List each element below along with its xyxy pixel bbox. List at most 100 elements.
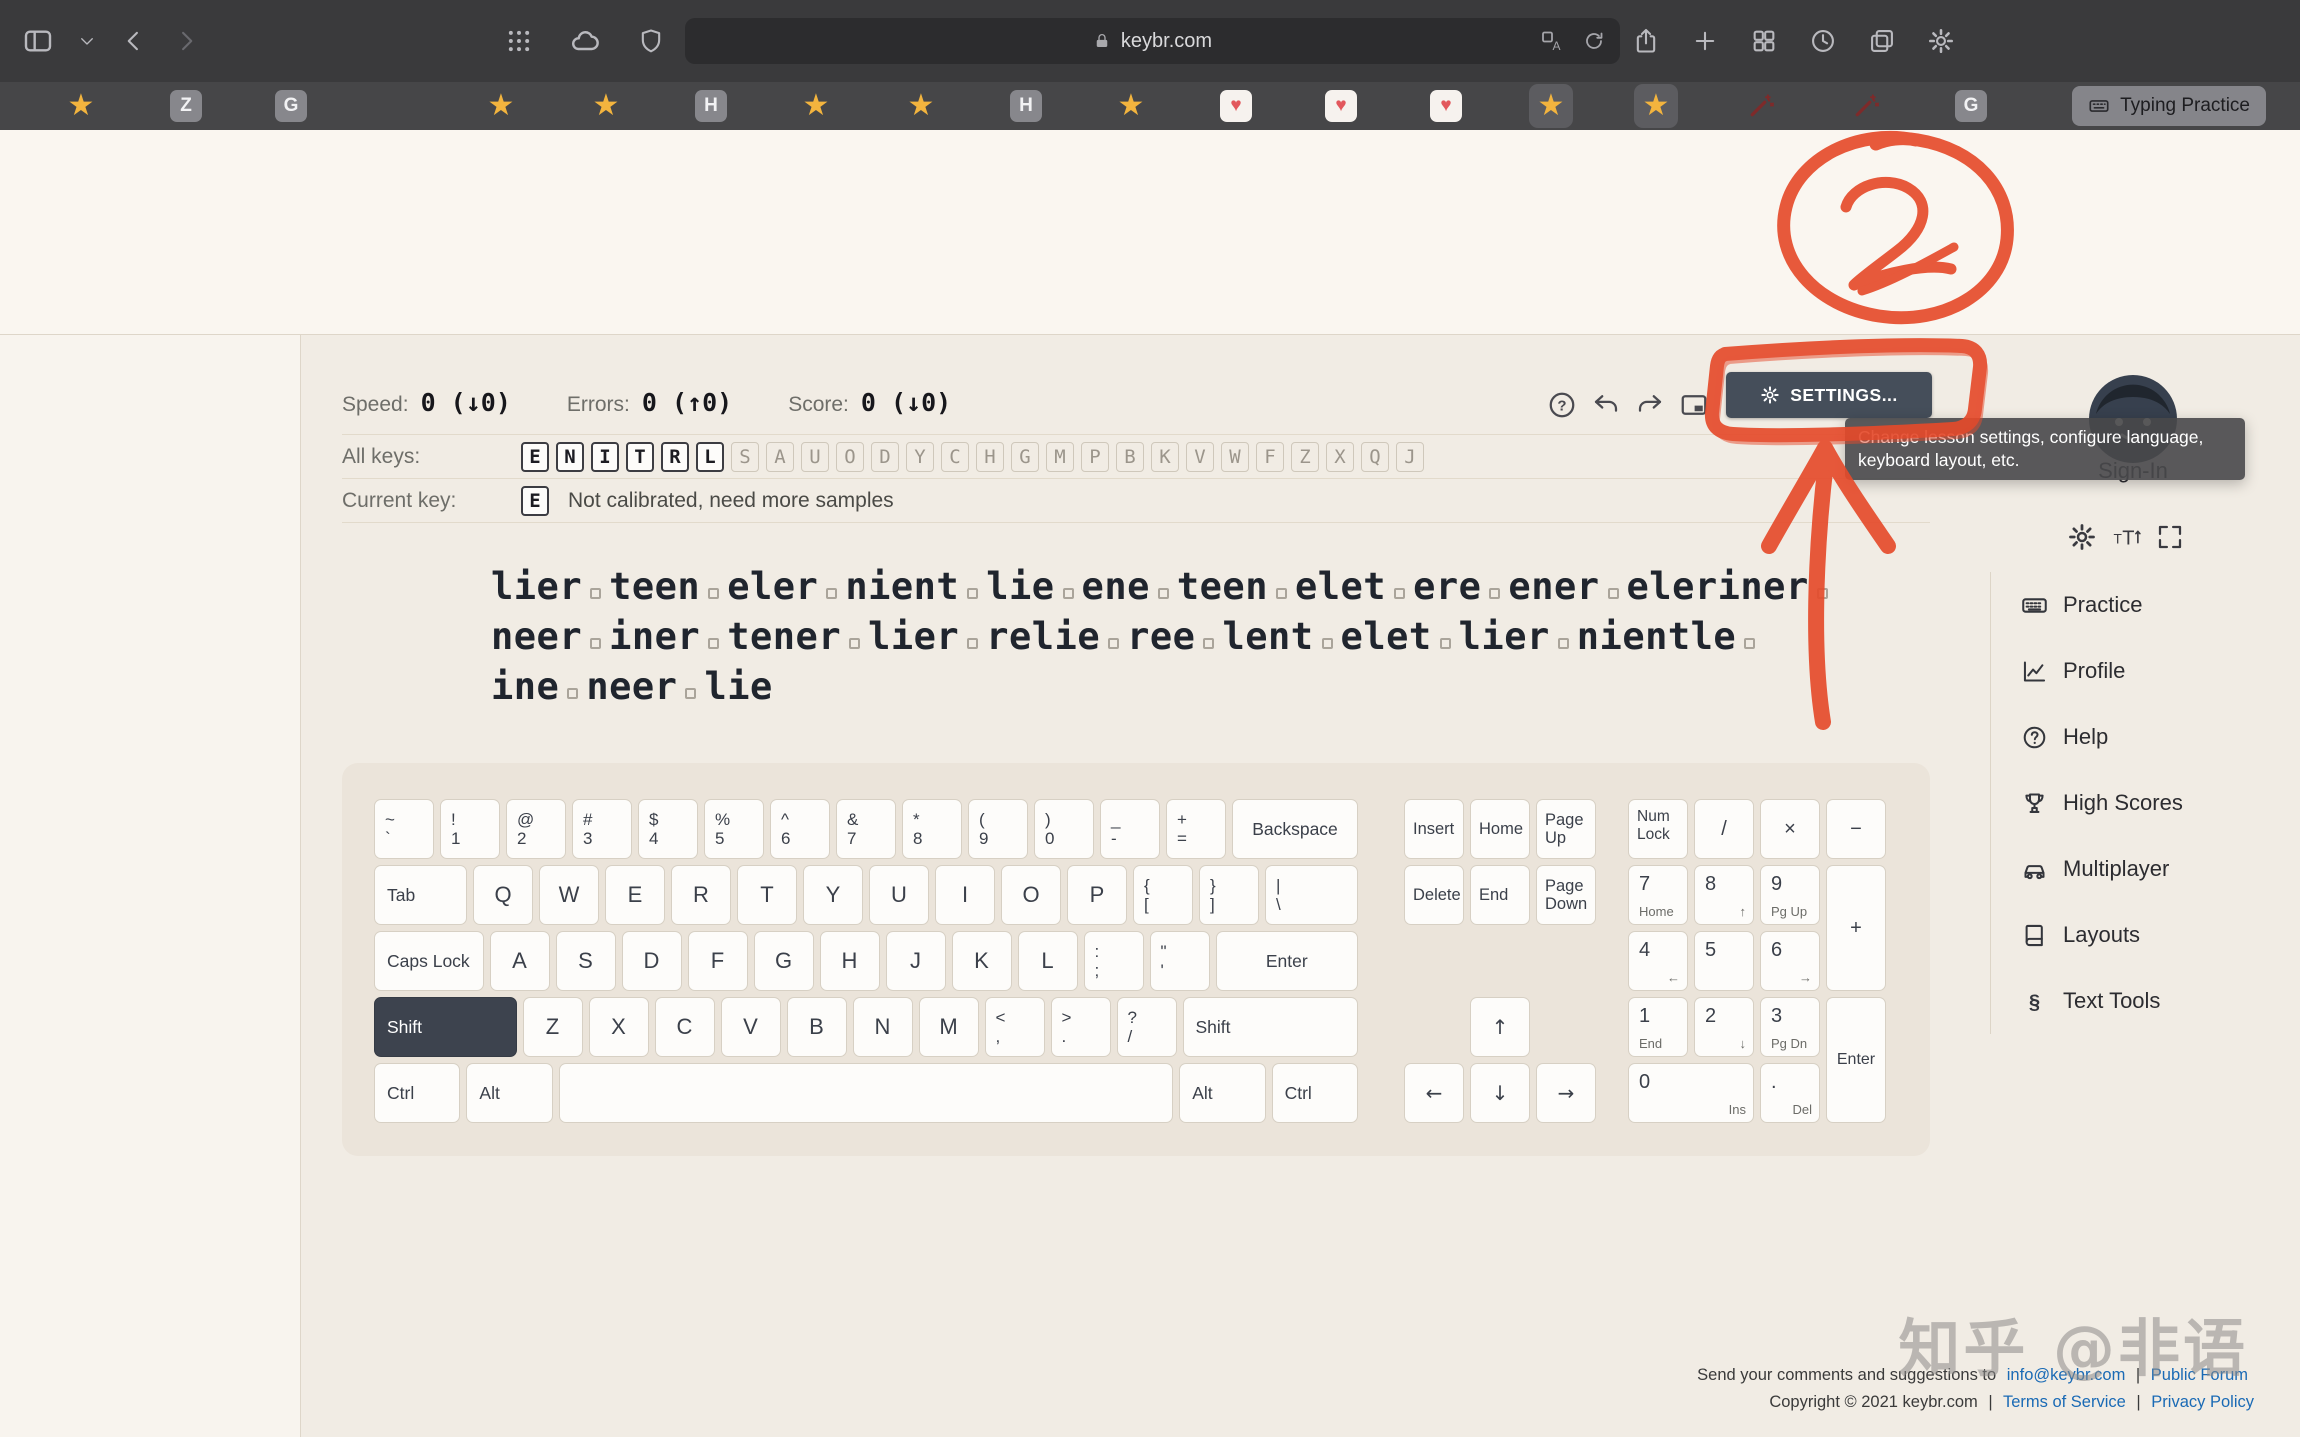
key-z[interactable]: Z — [523, 997, 583, 1057]
favorite-star-10[interactable]: ★ — [1109, 84, 1153, 128]
active-tab[interactable]: Typing Practice — [2072, 86, 2266, 126]
back-icon[interactable] — [120, 27, 148, 55]
key-numpad-4[interactable]: 4← — [1628, 931, 1688, 991]
terms-link[interactable]: Terms of Service — [2003, 1393, 2126, 1411]
favorite-g-2[interactable]: G — [269, 84, 313, 128]
key-backquote[interactable]: ~` — [374, 799, 434, 859]
key-2[interactable]: @2 — [506, 799, 566, 859]
fullscreen-icon[interactable] — [2155, 522, 2185, 552]
key-comma[interactable]: <, — [985, 997, 1045, 1057]
favorite-star-14[interactable]: ★ — [1529, 84, 1573, 128]
key-numpad-1[interactable]: 1End — [1628, 997, 1688, 1057]
sidebar-item-profile[interactable]: Profile — [2021, 638, 2300, 704]
cloud-icon[interactable] — [569, 25, 601, 57]
key-arrow-left[interactable]: ← — [1404, 1063, 1464, 1123]
privacy-link[interactable]: Privacy Policy — [2151, 1393, 2254, 1411]
favorite-z-1[interactable]: Z — [164, 84, 208, 128]
key-numpad-7[interactable]: 7Home — [1628, 865, 1688, 925]
key-quote[interactable]: "' — [1150, 931, 1210, 991]
favorite-wand-16[interactable] — [1739, 84, 1783, 128]
key-u[interactable]: U — [869, 865, 929, 925]
key-5[interactable]: %5 — [704, 799, 764, 859]
favorite-blank-3[interactable] — [374, 84, 418, 128]
key-numpad-8[interactable]: 8↑ — [1694, 865, 1754, 925]
key-i[interactable]: I — [935, 865, 995, 925]
key-delete[interactable]: Delete — [1404, 865, 1464, 925]
key-enter[interactable]: Enter — [1216, 931, 1359, 991]
key-4[interactable]: $4 — [638, 799, 698, 859]
key-backspace[interactable]: Backspace — [1232, 799, 1358, 859]
favorite-heart-13[interactable]: ♥ — [1424, 84, 1468, 128]
key-numpad-5[interactable]: 5 — [1694, 931, 1754, 991]
key-shift[interactable]: Shift — [1183, 997, 1359, 1057]
share-icon[interactable] — [1632, 27, 1660, 55]
lesson-text[interactable]: lierteenelernientlieeneteeneletereenerel… — [491, 562, 1836, 712]
key-e[interactable]: E — [605, 865, 665, 925]
key-alt[interactable]: Alt — [466, 1063, 552, 1123]
reload-icon[interactable] — [1582, 29, 1606, 53]
key-numpad-6[interactable]: 6→ — [1760, 931, 1820, 991]
favorite-star-7[interactable]: ★ — [794, 84, 838, 128]
key-b[interactable]: B — [787, 997, 847, 1057]
key-s[interactable]: S — [556, 931, 616, 991]
key-arrow-down[interactable]: ↓ — [1470, 1063, 1530, 1123]
key-end[interactable]: End — [1470, 865, 1530, 925]
favorite-heart-11[interactable]: ♥ — [1214, 84, 1258, 128]
key-6[interactable]: ^6 — [770, 799, 830, 859]
sidebar-item-help[interactable]: Help — [2021, 704, 2300, 770]
key-3[interactable]: #3 — [572, 799, 632, 859]
favorite-star-4[interactable]: ★ — [479, 84, 523, 128]
key-equal[interactable]: += — [1166, 799, 1226, 859]
sidebar-item-high-scores[interactable]: High Scores — [2021, 770, 2300, 836]
favorite-h-6[interactable]: H — [689, 84, 733, 128]
key-h[interactable]: H — [820, 931, 880, 991]
key-9[interactable]: (9 — [968, 799, 1028, 859]
key-alt[interactable]: Alt — [1179, 1063, 1265, 1123]
key-w[interactable]: W — [539, 865, 599, 925]
settings-gear-icon[interactable] — [1927, 27, 1955, 55]
key-decimal[interactable]: >. — [1051, 997, 1111, 1057]
preferences-gear-icon[interactable] — [2067, 522, 2097, 552]
key-caps-lock[interactable]: Caps Lock — [374, 931, 484, 991]
windows-icon[interactable] — [1868, 27, 1896, 55]
key-q[interactable]: Q — [473, 865, 533, 925]
favorite-star-5[interactable]: ★ — [584, 84, 628, 128]
key-shift[interactable]: Shift — [374, 997, 517, 1057]
sidebar-item-multiplayer[interactable]: Multiplayer — [2021, 836, 2300, 902]
theater-mode-icon[interactable] — [1679, 390, 1709, 420]
key-numpad-decimal[interactable]: .Del — [1760, 1063, 1820, 1123]
key-tab[interactable]: Tab — [374, 865, 467, 925]
key-1[interactable]: !1 — [440, 799, 500, 859]
undo-icon[interactable] — [1591, 390, 1621, 420]
key-bracket-right[interactable]: }] — [1199, 865, 1259, 925]
address-bar[interactable]: keybr.com A — [685, 18, 1620, 64]
key-arrow-up[interactable]: ↑ — [1470, 997, 1530, 1057]
key-ctrl[interactable]: Ctrl — [374, 1063, 460, 1123]
key-numpad-enter[interactable]: Enter — [1826, 997, 1886, 1123]
key-numpad-2[interactable]: 2↓ — [1694, 997, 1754, 1057]
grid-dots-icon[interactable] — [505, 27, 533, 55]
tab-overview-icon[interactable] — [1750, 27, 1778, 55]
favorite-h-9[interactable]: H — [1004, 84, 1048, 128]
key-l[interactable]: L — [1018, 931, 1078, 991]
help-icon[interactable]: ? — [1547, 390, 1577, 420]
key-space[interactable] — [559, 1063, 1173, 1123]
settings-button[interactable]: SETTINGS... — [1726, 372, 1932, 418]
key-numpad-multiply[interactable]: × — [1760, 799, 1820, 859]
sidebar-toggle-icon[interactable] — [22, 25, 54, 57]
key-arrow-right[interactable]: → — [1536, 1063, 1596, 1123]
key-y[interactable]: Y — [803, 865, 863, 925]
key-numpad-add[interactable]: + — [1826, 865, 1886, 991]
key-page-down[interactable]: Page Down — [1536, 865, 1596, 925]
history-icon[interactable] — [1809, 27, 1837, 55]
key-ctrl[interactable]: Ctrl — [1272, 1063, 1358, 1123]
sidebar-item-practice[interactable]: Practice — [2021, 572, 2300, 638]
favorite-wand-17[interactable] — [1844, 84, 1888, 128]
key-g[interactable]: G — [754, 931, 814, 991]
key-t[interactable]: T — [737, 865, 797, 925]
key-numpad-9[interactable]: 9Pg Up — [1760, 865, 1820, 925]
key-bracket-left[interactable]: {[ — [1133, 865, 1193, 925]
key-a[interactable]: A — [490, 931, 550, 991]
favorite-star-15[interactable]: ★ — [1634, 84, 1678, 128]
favorite-g-18[interactable]: G — [1949, 84, 1993, 128]
